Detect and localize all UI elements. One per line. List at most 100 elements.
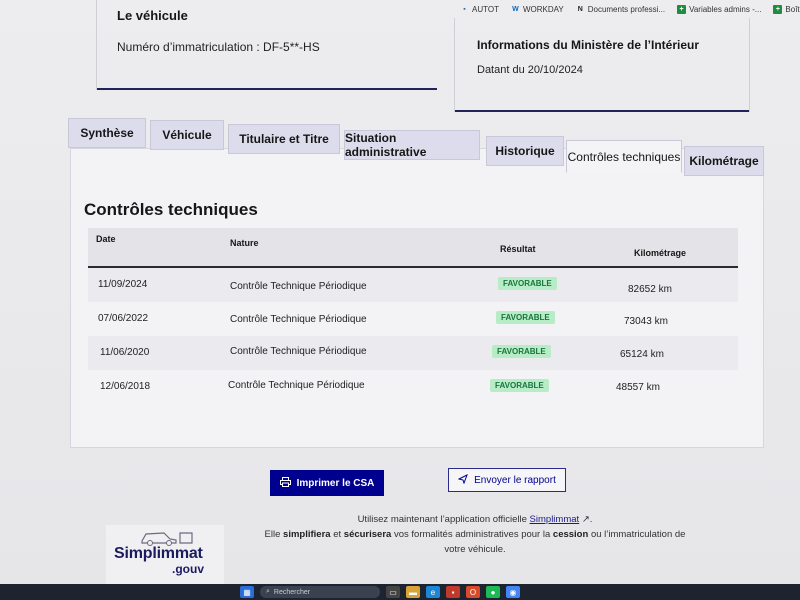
tab-label: Kilométrage [689, 154, 759, 168]
bookmark-item[interactable]: + Boîte à ou [773, 4, 800, 14]
ministry-card: Informations du Ministère de l’Intérieur… [454, 18, 750, 112]
bookmark-label: Variables admins -... [689, 4, 762, 14]
cell-mileage: 82652 km [628, 284, 672, 295]
table-row[interactable]: 11/06/2020 Contrôle Technique Périodique… [88, 336, 738, 370]
ministry-card-title: Informations du Ministère de l’Intérieur [477, 38, 700, 52]
print-csa-label: Imprimer le CSA [296, 477, 375, 489]
send-arrow-icon [457, 473, 469, 487]
column-header-nature: Nature [230, 238, 259, 248]
tab-label: Situation administrative [345, 131, 427, 159]
promo-text: ou l’immatriculation de [590, 529, 686, 540]
card-divider [455, 110, 749, 112]
bookmark-label: Documents professi... [587, 4, 666, 14]
app-promo: Utilisez maintenant l’application offici… [240, 512, 710, 557]
promo-text: et [333, 529, 342, 540]
table-row[interactable]: 11/09/2024 Contrôle Technique Périodique… [88, 268, 738, 302]
table-header: Date Nature Résultat Kilométrage [88, 228, 738, 268]
workday-icon: W [512, 5, 519, 13]
logo-gouv: .gouv [172, 562, 204, 576]
data-date: Datant du 20/10/2024 [477, 64, 583, 76]
cell-date: 11/06/2020 [100, 347, 150, 358]
cell-date: 07/06/2022 [98, 313, 149, 324]
registration-number: Numéro d’immatriculation : DF-5**-HS [117, 40, 320, 54]
table-body: 11/09/2024 Contrôle Technique Périodique… [88, 268, 738, 404]
status-badge: FAVORABLE [490, 379, 549, 392]
car-icon [141, 532, 193, 546]
tab-label: Véhicule [162, 128, 212, 142]
tab-historique[interactable]: Historique [486, 136, 564, 166]
logo-wordmark: Simplimmat [114, 545, 203, 562]
tab-synthese[interactable]: Synthèse [68, 118, 146, 148]
taskview-icon[interactable]: ▭ [386, 586, 400, 598]
tab-label: Synthèse [80, 126, 134, 140]
cell-date: 11/09/2024 [98, 279, 148, 290]
app-icon: ▪ [463, 5, 466, 13]
column-header-mileage: Kilométrage [634, 248, 687, 258]
tab-label: Historique [495, 144, 555, 158]
send-report-button[interactable]: Envoyer le rapport [448, 468, 566, 492]
column-header-result: Résultat [500, 244, 536, 254]
vehicle-card: Le véhicule Numéro d’immatriculation : D… [96, 0, 437, 90]
status-badge: FAVORABLE [492, 345, 551, 358]
print-csa-button[interactable]: Imprimer le CSA [270, 470, 384, 496]
simplimmat-link[interactable]: Simplimmat [530, 514, 580, 525]
tab-label: Contrôles techniques [567, 149, 681, 164]
tab-controles-techniques[interactable]: Contrôles techniques [566, 140, 682, 173]
external-link-icon: ↗ [581, 514, 590, 525]
search-icon: ⌕ [266, 588, 270, 595]
promo-text: vos formalités administratives pour la [393, 529, 551, 540]
status-badge: FAVORABLE [496, 311, 555, 324]
vehicle-card-title: Le véhicule [117, 8, 188, 23]
cell-mileage: 48557 km [616, 382, 660, 393]
taskbar-icons: ▦ ⌕ Rechercher ▭ ▬ e ▪ O ● ◉ [240, 586, 520, 598]
opera-icon[interactable]: O [466, 586, 480, 598]
spotify-icon[interactable]: ● [486, 586, 500, 598]
tab-situation-administrative[interactable]: Situation administrative [344, 130, 480, 160]
promo-bold: simplifiera [283, 529, 331, 540]
taskbar-search[interactable]: ⌕ Rechercher [260, 586, 380, 598]
bookmark-label: WORKDAY [522, 4, 564, 14]
promo-bold: sécurisera [343, 529, 392, 540]
bookmarks-bar: ▪ AUTOT W WORKDAY N Documents professi..… [460, 0, 800, 18]
cell-nature: Contrôle Technique Périodique [228, 380, 365, 391]
promo-text: votre véhicule. [444, 544, 506, 555]
bookmark-item[interactable]: W WORKDAY [511, 5, 564, 14]
simplimmat-logo[interactable]: Simplimmat .gouv [106, 525, 224, 587]
app-icon[interactable]: ▪ [446, 586, 460, 598]
section-title: Contrôles techniques [84, 200, 258, 219]
promo-text: Elle [264, 529, 281, 540]
tab-label: Titulaire et Titre [239, 132, 329, 146]
bookmark-item[interactable]: + Variables admins -... [677, 4, 762, 14]
edge-icon[interactable]: e [426, 586, 440, 598]
cell-date: 12/06/2018 [100, 381, 151, 392]
column-header-date: Date [96, 234, 116, 244]
promo-bold: cession [552, 529, 589, 540]
tab-bar: Synthèse Véhicule Titulaire et Titre Sit… [68, 118, 768, 178]
notion-icon: N [577, 5, 583, 13]
tab-titulaire[interactable]: Titulaire et Titre [228, 124, 340, 154]
bookmark-label: Boîte à ou [785, 4, 800, 14]
tab-kilometrage[interactable]: Kilométrage [684, 146, 764, 176]
inspections-table: Date Nature Résultat Kilométrage 11/09/2… [88, 228, 738, 404]
tab-vehicule[interactable]: Véhicule [150, 120, 224, 150]
sheets-icon: + [677, 4, 687, 14]
bookmark-item[interactable]: ▪ AUTOT [460, 5, 499, 14]
chrome-icon[interactable]: ◉ [506, 586, 520, 598]
bookmark-item[interactable]: N Documents professi... [576, 5, 665, 14]
windows-start-icon[interactable]: ▦ [240, 586, 254, 598]
table-row[interactable]: 12/06/2018 Contrôle Technique Périodique… [88, 370, 738, 404]
printer-icon [279, 476, 291, 490]
promo-text: Utilisez maintenant l’application offici… [357, 514, 527, 525]
cell-mileage: 73043 km [624, 316, 668, 327]
bookmark-label: AUTOT [472, 4, 499, 14]
cell-nature: Contrôle Technique Périodique [230, 314, 367, 325]
sheets-icon: + [773, 4, 783, 14]
cell-nature: Contrôle Technique Périodique [230, 281, 367, 292]
table-row[interactable]: 07/06/2022 Contrôle Technique Périodique… [88, 302, 738, 336]
browser-viewport: ▪ AUTOT W WORKDAY N Documents professi..… [0, 0, 800, 600]
cell-nature: Contrôle Technique Périodique [230, 346, 367, 357]
cell-mileage: 65124 km [620, 349, 664, 360]
files-icon[interactable]: ▬ [406, 586, 420, 598]
search-placeholder: Rechercher [273, 588, 311, 596]
status-badge: FAVORABLE [498, 277, 557, 290]
